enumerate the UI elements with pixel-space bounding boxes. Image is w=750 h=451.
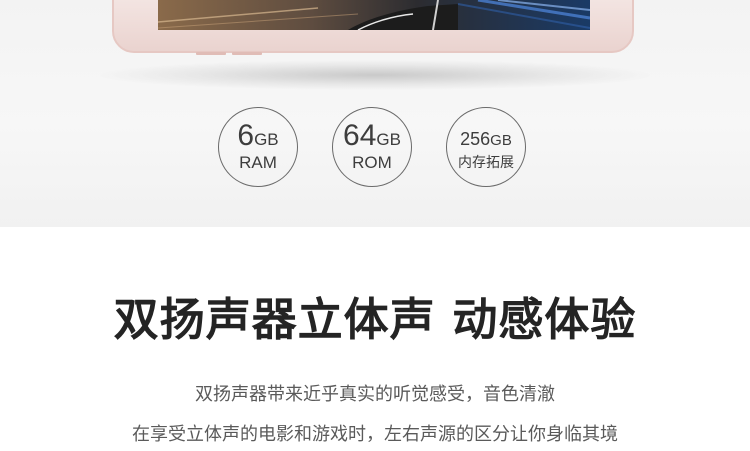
feature-description-line-2: 在享受立体声的电影和游戏时，左右声源的区分让你身临其境 (132, 424, 618, 445)
spec-badge-rom: 64GB ROM (332, 107, 412, 187)
spec-number: 64 (343, 119, 377, 152)
phone-screen-car-photo (158, 0, 590, 30)
phone-volume-button (196, 52, 226, 55)
spec-unit: GB (490, 132, 512, 149)
spec-number: 6 (237, 119, 255, 152)
phone-image (112, 0, 634, 55)
spec-label: RAM (239, 153, 277, 172)
spec-label: 内存拓展 (458, 155, 514, 171)
phone-power-button (232, 52, 262, 55)
spec-number: 256 (460, 129, 491, 149)
phone-shadow (100, 60, 650, 90)
spec-label: ROM (352, 153, 392, 172)
spec-badge-storage-expansion: 256GB 内存拓展 (446, 107, 526, 187)
feature-headline: 双扬声器立体声 动感体验 (113, 293, 637, 346)
spec-unit: GB (376, 130, 401, 149)
feature-description-line-1: 双扬声器带来近乎真实的听觉感受，音色清澈 (195, 384, 555, 405)
spec-unit: GB (254, 130, 279, 149)
spec-badge-ram: 6GB RAM (218, 107, 298, 187)
product-image-section: 6GB RAM 64GB ROM 256GB 内存拓展 (0, 0, 750, 227)
